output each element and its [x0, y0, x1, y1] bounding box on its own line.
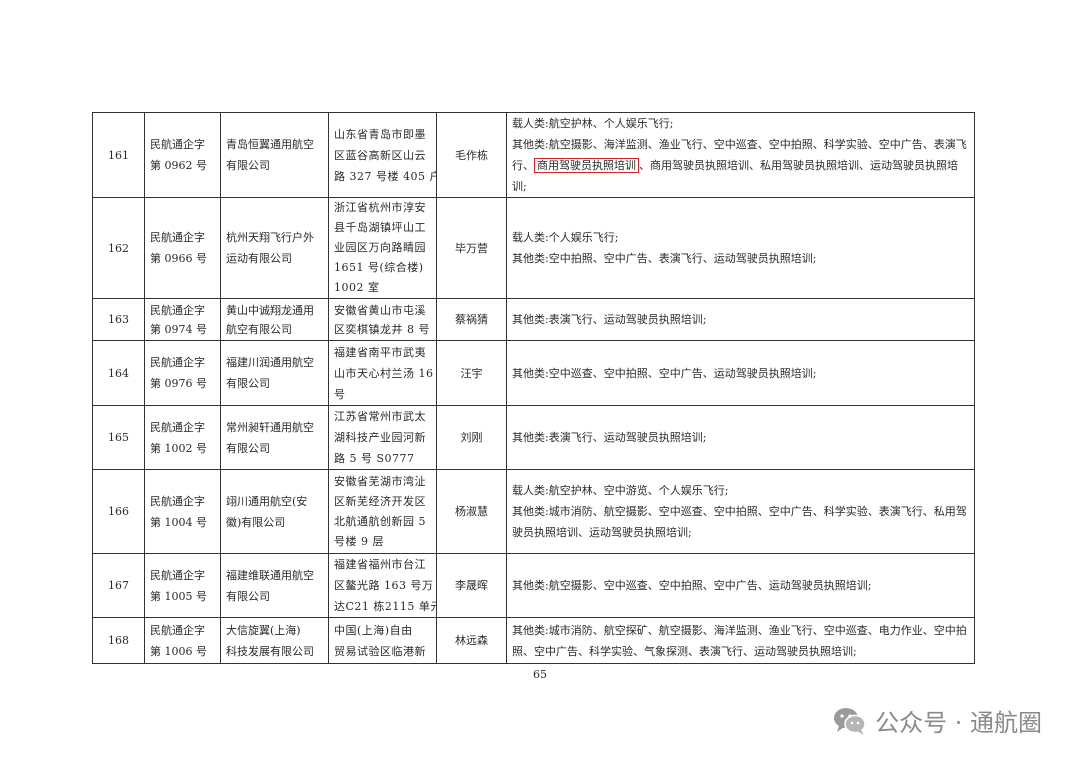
table-row: 161 民航通企字 第 0962 号 青岛恒翼通用航空 有限公司 山东省青岛市即…: [92, 112, 975, 198]
row-number: 168: [92, 617, 145, 664]
representative-cell: 杨淑慧: [436, 469, 507, 554]
representative-cell: 汪宇: [436, 340, 507, 406]
wechat-icon: [834, 707, 866, 735]
scope-cell: 其他类:航空摄影、空中巡查、空中拍照、空中广告、运动驾驶员执照培训;: [506, 553, 975, 618]
license-cell: 民航通企字 第 1002 号: [144, 405, 221, 470]
scope-cell: 其他类:城市消防、航空探矿、航空摄影、海洋监测、渔业飞行、空中巡查、电力作业、空…: [506, 617, 975, 664]
table-row: 166 民航通企字 第 1004 号 翊川通用航空(安 徽)有限公司 安徽省芜湖…: [92, 469, 975, 554]
row-number: 167: [92, 553, 145, 618]
representative-cell: 毕万营: [436, 197, 507, 299]
row-number: 162: [92, 197, 145, 299]
license-cell: 民航通企字 第 0962 号: [144, 112, 221, 198]
table-row: 168 民航通企字 第 1006 号 大信旋翼(上海) 科技发展有限公司 中国(…: [92, 617, 975, 664]
table-row: 162 民航通企字 第 0966 号 杭州天翔飞行户外 运动有限公司 浙江省杭州…: [92, 197, 975, 299]
company-cell: 黄山中诚翔龙通用 航空有限公司: [220, 298, 329, 341]
address-cell: 安徽省黄山市屯溪 区奕棋镇龙井 8 号: [328, 298, 437, 341]
license-cell: 民航通企字 第 0976 号: [144, 340, 221, 406]
document-page: 161 民航通企字 第 0962 号 青岛恒翼通用航空 有限公司 山东省青岛市即…: [0, 0, 1080, 763]
row-number: 166: [92, 469, 145, 554]
company-cell: 杭州天翔飞行户外 运动有限公司: [220, 197, 329, 299]
company-cell: 福建川润通用航空 有限公司: [220, 340, 329, 406]
representative-cell: 蔡祸猜: [436, 298, 507, 341]
license-cell: 民航通企字 第 1004 号: [144, 469, 221, 554]
scope-cell: 载人类:航空护林、空中游览、个人娱乐飞行; 其他类:城市消防、航空摄影、空中巡查…: [506, 469, 975, 554]
scope-cell: 其他类:表演飞行、运动驾驶员执照培训;: [506, 298, 975, 341]
page-number: 65: [533, 668, 547, 681]
scope-cell: 其他类:表演飞行、运动驾驶员执照培训;: [506, 405, 975, 470]
registry-table: 161 民航通企字 第 0962 号 青岛恒翼通用航空 有限公司 山东省青岛市即…: [92, 112, 975, 664]
company-cell: 福建维联通用航空 有限公司: [220, 553, 329, 618]
table-row: 163 民航通企字 第 0974 号 黄山中诚翔龙通用 航空有限公司 安徽省黄山…: [92, 298, 975, 341]
row-number: 161: [92, 112, 145, 198]
address-cell: 中国(上海)自由 贸易试验区临港新: [328, 617, 437, 664]
company-cell: 翊川通用航空(安 徽)有限公司: [220, 469, 329, 554]
license-cell: 民航通企字 第 0966 号: [144, 197, 221, 299]
company-cell: 大信旋翼(上海) 科技发展有限公司: [220, 617, 329, 664]
table-row: 165 民航通企字 第 1002 号 常州昶轩通用航空 有限公司 江苏省常州市武…: [92, 405, 975, 470]
company-cell: 常州昶轩通用航空 有限公司: [220, 405, 329, 470]
representative-cell: 李晟晖: [436, 553, 507, 618]
scope-cell: 其他类:空中巡查、空中拍照、空中广告、运动驾驶员执照培训;: [506, 340, 975, 406]
address-cell: 山东省青岛市即墨 区蓝谷高新区山云 路 327 号楼 405 户: [328, 112, 437, 198]
representative-cell: 毛作栋: [436, 112, 507, 198]
address-cell: 浙江省杭州市淳安 县千岛湖镇坪山工 业园区万向路睛园 1651 号(综合楼) 1…: [328, 197, 437, 299]
representative-cell: 林远森: [436, 617, 507, 664]
watermark: 公众号 · 通航圈: [833, 703, 1042, 738]
representative-cell: 刘刚: [436, 405, 507, 470]
table-row: 164 民航通企字 第 0976 号 福建川润通用航空 有限公司 福建省南平市武…: [92, 340, 975, 406]
address-cell: 安徽省芜湖市湾沚 区新芜经济开发区 北航通航创新园 5 号楼 9 层: [328, 469, 437, 554]
table-row: 167 民航通企字 第 1005 号 福建维联通用航空 有限公司 福建省福州市台…: [92, 553, 975, 618]
scope-cell: 载人类:个人娱乐飞行; 其他类:空中拍照、空中广告、表演飞行、运动驾驶员执照培训…: [506, 197, 975, 299]
company-cell: 青岛恒翼通用航空 有限公司: [220, 112, 329, 198]
license-cell: 民航通企字 第 1006 号: [144, 617, 221, 664]
license-cell: 民航通企字 第 0974 号: [144, 298, 221, 341]
license-cell: 民航通企字 第 1005 号: [144, 553, 221, 618]
row-number: 165: [92, 405, 145, 470]
address-cell: 江苏省常州市武太 湖科技产业园河新 路 5 号 S0777: [328, 405, 437, 470]
row-number: 163: [92, 298, 145, 341]
address-cell: 福建省南平市武夷 山市天心村兰汤 16 号: [328, 340, 437, 406]
watermark-text: 公众号 · 通航圈: [875, 709, 1042, 737]
row-number: 164: [92, 340, 145, 406]
scope-cell: 载人类:航空护林、个人娱乐飞行; 其他类:航空摄影、海洋监测、渔业飞行、空中巡查…: [506, 112, 975, 198]
highlighted-text: 商用驾驶员执照培训: [534, 158, 639, 173]
address-cell: 福建省福州市台江 区鳌光路 163 号万 达C21 栋2115 单元: [328, 553, 437, 618]
